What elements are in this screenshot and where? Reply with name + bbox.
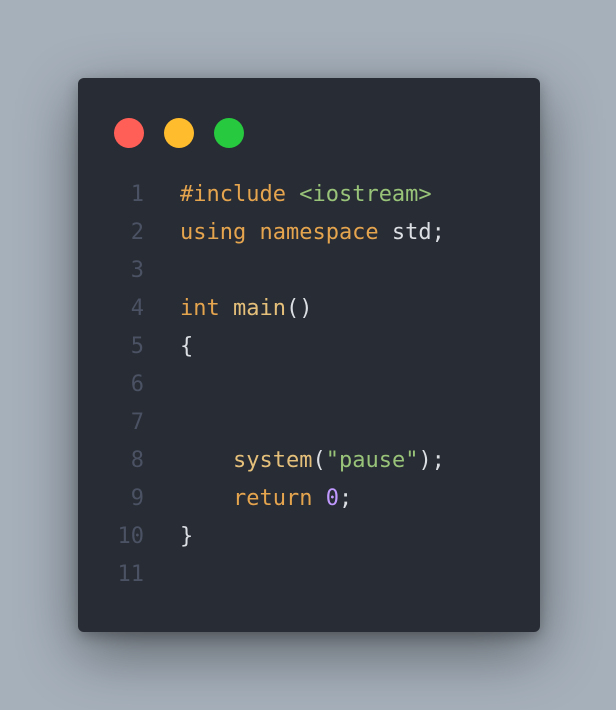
- code-token: system: [232, 448, 313, 473]
- line-number: 3: [130, 258, 144, 283]
- code-token: <iostream>: [299, 182, 432, 207]
- line-content: int main(): [180, 290, 312, 328]
- code-token: );: [418, 448, 445, 473]
- code-token: ;: [338, 486, 353, 511]
- line-content: {: [180, 328, 193, 366]
- line-number: 11: [117, 562, 145, 587]
- code-line: 4 int main(): [78, 290, 540, 328]
- code-token: main: [232, 296, 286, 321]
- code-line: 1 #include <iostream>: [78, 176, 540, 214]
- code-token: std;: [391, 220, 445, 245]
- line-number: 9: [130, 486, 144, 511]
- code-line: 3: [78, 252, 540, 290]
- close-dot-icon[interactable]: [114, 118, 144, 148]
- code-line: 10}: [78, 518, 540, 556]
- line-content: #include <iostream>: [180, 176, 432, 214]
- code-token: int: [180, 296, 233, 321]
- code-token: {: [180, 334, 194, 359]
- code-token: (): [285, 296, 313, 321]
- line-content: }: [180, 518, 193, 556]
- line-content: system("pause");: [180, 442, 445, 480]
- code-window: 1 #include <iostream> 2 using namespace std…: [78, 78, 540, 632]
- line-number: 8: [130, 448, 144, 473]
- code-line: 11: [78, 556, 540, 594]
- code-line: 7: [78, 404, 540, 442]
- code-line: 5{: [78, 328, 540, 366]
- line-number: 4: [130, 296, 144, 321]
- code-token: (: [312, 448, 326, 473]
- line-content: using namespace std;: [180, 214, 445, 252]
- code-token: return: [232, 486, 326, 511]
- code-line: 9 return 0;: [78, 480, 540, 518]
- code-line: 6: [78, 366, 540, 404]
- maximize-dot-icon[interactable]: [214, 118, 244, 148]
- line-number: 10: [117, 524, 145, 549]
- code-editor[interactable]: 1 #include <iostream> 2 using namespace std…: [78, 176, 540, 594]
- code-token: "pause": [325, 448, 419, 473]
- code-token: }: [180, 524, 194, 549]
- code-token: 0: [325, 486, 339, 511]
- line-number: 5: [130, 334, 144, 359]
- code-line: 8 system("pause");: [78, 442, 540, 480]
- minimize-dot-icon[interactable]: [164, 118, 194, 148]
- code-line: 2 using namespace std;: [78, 214, 540, 252]
- line-content: return 0;: [180, 480, 352, 518]
- line-number: 1: [130, 182, 144, 207]
- line-number: 2: [130, 220, 144, 245]
- code-token: using namespace: [180, 220, 392, 245]
- code-token: #include: [180, 182, 300, 207]
- line-number: 6: [130, 372, 144, 397]
- line-number: 7: [130, 410, 144, 435]
